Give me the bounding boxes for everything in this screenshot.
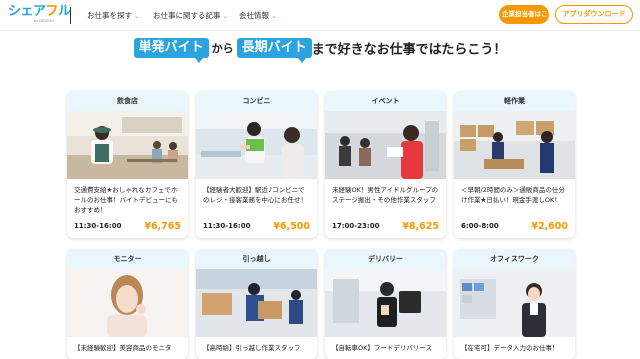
card-category: デリバリー [368,255,403,263]
card-time: 11:30-16:00 [74,222,122,230]
card-image-event [325,111,446,179]
card-description: 【経験者大歓迎】駅近♪コンビニでのレジ・接客業務を中心にお任せ！ [203,186,307,204]
card-category: 引っ越し [242,255,271,263]
card-price: ¥6,765 [144,221,181,232]
card-image-convenience-store [196,111,317,179]
card-time: 17:00-23:00 [332,222,380,230]
chevron-down-icon: ⌄ [134,12,140,20]
job-card[interactable]: モニター 【未経験歓迎】美容商品のモニタ [67,249,188,359]
card-body: ＜早朝/2時間のみ＞通販商品の仕分け作業★日払い！現金手渡しOK！ 6:00-8… [454,111,575,238]
card-description: ＜早朝/2時間のみ＞通販商品の仕分け作業★日払い！現金手渡しOK！ [461,186,565,204]
job-card[interactable]: デリバリー 【自転車OK】フードデリバリース [325,249,446,359]
card-time: 11:30-16:00 [203,222,251,230]
logo-subtext: by DENTSU [34,19,54,23]
card-body: 【在宅可】データ入力のお仕事！ [454,269,575,359]
app-download-button[interactable]: アプリダウンロード [555,5,633,24]
card-image-monitor [67,269,188,337]
card-category: モニター [113,255,142,263]
card-category: イベント [371,97,400,105]
nav-job-articles[interactable]: お仕事に関する記事 ⌄ [153,10,228,21]
card-price: ¥8,625 [402,221,439,232]
card-price: ¥6,500 [273,221,310,232]
card-body: 【高時給】引っ越し作業スタッフ [196,269,317,359]
job-card[interactable]: 飲食店 交通費支給★おしゃれなカフェでホールのお仕事！バイトデビューにもおすすめ… [67,91,188,238]
page-headline: 単発バイト から 長期バイト まで好きなお仕事ではたらこう！ [0,38,640,63]
job-card[interactable]: イベント 未経験OK！男性アイドルグループのステージ搬出・その他作業スタッフ 1… [325,91,446,238]
tag-one-shot: 単発バイト [133,38,209,63]
logo[interactable]: シェアフル by DENTSU [8,5,71,24]
tag-long-term: 長期バイト [236,38,312,63]
chevron-down-icon: ⌄ [271,12,277,20]
card-category: コンビニ [242,97,271,105]
card-time: 6:00-8:00 [461,222,499,230]
card-body: 【自転車OK】フードデリバリース [325,269,446,359]
card-image-delivery [325,269,446,337]
job-card[interactable]: 引っ越し 【高時給】引っ越し作業スタッフ [196,249,317,359]
card-image-office-work [454,269,575,337]
headline-rest: まで好きなお仕事ではたらこう！ [311,42,507,58]
logo-text: シェアフル [8,4,71,19]
headline-connector: から [211,42,234,55]
card-image-light-work [454,111,575,179]
card-category: オフィスワーク [490,255,539,263]
company-contact-button[interactable]: 企業担当者はこちら [499,5,549,24]
nav-find-jobs[interactable]: お仕事を探す ⌄ [87,10,140,21]
job-card[interactable]: 軽作業 ＜早朝/2時間のみ＞通販商品の仕分け作業★日払い！現金手渡しOK！ 6:… [454,91,575,238]
card-description: 未経験OK！男性アイドルグループのステージ搬出・その他作業スタッフ [332,186,439,204]
job-card[interactable]: コンビニ 【経験者大歓迎】駅近♪コンビニでのレジ・接客業務を中心にお任せ！ 11… [196,91,317,238]
card-body: 【未経験歓迎】美容商品のモニタ [67,269,188,359]
card-image-cafe [67,111,188,179]
card-price: ¥2,600 [531,221,568,232]
card-description: 交通費支給★おしゃれなカフェでホールのお仕事！バイトデビューにもおすすめ！ [74,186,178,214]
card-category: 軽作業 [504,97,525,105]
card-image-moving [196,269,317,337]
card-body: 未経験OK！男性アイドルグループのステージ搬出・その他作業スタッフ 17:00-… [325,111,446,238]
card-body: 【経験者大歓迎】駅近♪コンビニでのレジ・接客業務を中心にお任せ！ 11:30-1… [196,111,317,238]
job-card[interactable]: オフィスワーク 【在宅可】データ入力のお仕事！ [454,249,575,359]
site-header: シェアフル by DENTSU お仕事を探す ⌄ お仕事に関する記事 ⌄ 会社情報 ⌄… [0,0,640,31]
card-category: 飲食店 [117,97,138,105]
card-body: 交通費支給★おしゃれなカフェでホールのお仕事！バイトデビューにもおすすめ！ 11… [67,111,188,238]
header-divider [70,7,71,24]
nav-company-info[interactable]: 会社情報 ⌄ [239,10,277,21]
chevron-down-icon: ⌄ [222,12,229,20]
